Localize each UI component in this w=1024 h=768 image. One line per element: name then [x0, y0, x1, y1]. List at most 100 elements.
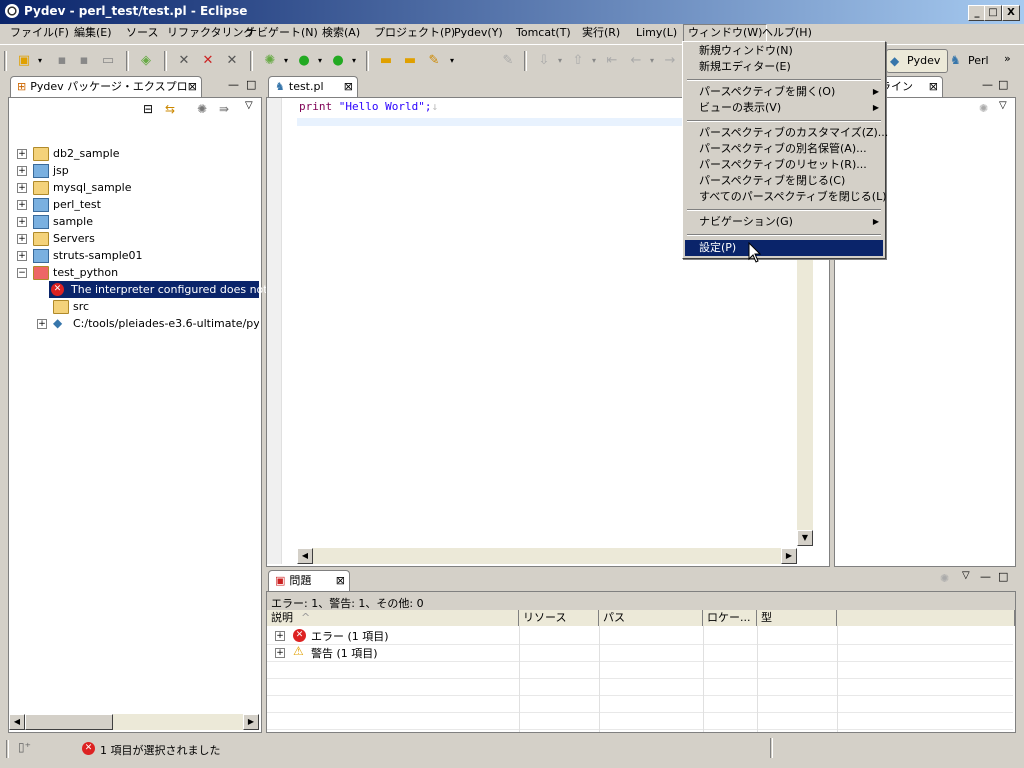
maximize-view-icon[interactable]: □ [998, 570, 1008, 583]
menu-limy[interactable]: Limy(L) [632, 25, 681, 41]
scroll-right-icon[interactable]: ▶ [243, 714, 259, 730]
maximize-view-icon[interactable]: □ [246, 78, 256, 91]
view-menu-icon[interactable]: ▽ [245, 100, 253, 111]
link-editor-icon[interactable]: ⇆ [165, 102, 175, 116]
minimize-view-icon[interactable]: — [228, 78, 239, 91]
tree-item[interactable]: + ◆ C:/tools/pleiades-e3.6-ultimate/pyth [9, 315, 259, 332]
maximize-view-icon[interactable]: □ [998, 78, 1008, 91]
open-type-icon[interactable]: ◈ [138, 53, 154, 69]
back-icon[interactable]: ← [628, 53, 644, 69]
menu-item-close-all-perspectives[interactable]: すべてのパースペクティブを閉じる(L) [685, 189, 887, 205]
fast-view-icon[interactable]: ▯⁺ [18, 740, 31, 754]
expand-icon[interactable]: + [17, 183, 27, 193]
last-edit-icon[interactable]: ⇤ [604, 53, 620, 69]
skip-breakpoints-icon[interactable]: ✕ [224, 53, 240, 69]
menu-item-reset-perspective[interactable]: パースペクティブのリセット(R)... [685, 157, 883, 173]
expand-icon[interactable]: + [275, 631, 285, 641]
new-icon[interactable]: ▣ [16, 53, 32, 69]
dropdown-arrow-icon[interactable]: ▾ [278, 53, 294, 69]
save-icon[interactable]: ▪ [54, 53, 70, 69]
tab-test-pl[interactable]: ♞ test.pl ⊠ [268, 76, 358, 97]
filter-icon[interactable]: ✺ [979, 102, 988, 115]
save-all-icon[interactable]: ▪ [76, 53, 92, 69]
table-row[interactable]: + ⚠ 警告 (1 項目) [267, 644, 1013, 662]
forward-icon[interactable]: → [662, 53, 678, 69]
menu-item-save-perspective-as[interactable]: パースペクティブの別名保管(A)... [685, 141, 883, 157]
column-description[interactable]: 説明 ^ [267, 610, 519, 626]
dropdown-arrow-icon[interactable]: ▾ [312, 53, 328, 69]
menu-source[interactable]: ソース [122, 25, 162, 41]
tree-item[interactable]: src [9, 298, 259, 315]
close-icon[interactable]: ⊠ [929, 77, 938, 97]
menu-help[interactable]: ヘルプ(H) [758, 25, 816, 41]
expand-icon[interactable]: + [37, 319, 47, 329]
tree-item-selected[interactable]: ✕ The interpreter configured does not e [49, 281, 278, 298]
tree-item[interactable]: + jsp [9, 162, 259, 179]
table-row[interactable]: + ✕ エラー (1 項目) [267, 627, 1013, 645]
menu-file[interactable]: ファイル(F) [6, 25, 73, 41]
menu-run[interactable]: 実行(R) [578, 25, 624, 41]
tree-item[interactable]: − test_python [9, 264, 259, 281]
menu-edit[interactable]: 編集(E) [70, 25, 116, 41]
dropdown-arrow-icon[interactable]: ▾ [552, 53, 568, 69]
scroll-left-icon[interactable]: ◀ [297, 548, 313, 564]
column-resource[interactable]: リソース [519, 610, 599, 626]
more-perspectives-button[interactable]: » [1004, 52, 1011, 65]
external-tools-icon[interactable]: ● [330, 53, 346, 69]
prev-annotation-icon[interactable]: ⇧ [570, 53, 586, 69]
column-path[interactable]: パス [599, 610, 703, 626]
dropdown-arrow-icon[interactable]: ▾ [444, 53, 460, 69]
open-folder-icon[interactable]: ▬ [378, 53, 394, 69]
expand-icon[interactable]: + [17, 251, 27, 261]
scroll-left-icon[interactable]: ◀ [9, 714, 25, 730]
expand-icon[interactable]: + [17, 234, 27, 244]
tree-item[interactable]: + perl_test [9, 196, 259, 213]
menu-item-show-view[interactable]: ビューの表示(V) ▶ [685, 100, 883, 116]
horizontal-scrollbar[interactable]: ◀ ▶ [9, 714, 259, 730]
scroll-right-icon[interactable]: ▶ [781, 548, 797, 564]
expand-icon[interactable]: + [17, 166, 27, 176]
menu-window[interactable]: ウィンドウ(W) [683, 24, 768, 42]
dropdown-arrow-icon[interactable]: ▾ [32, 53, 48, 69]
perspective-pydev-button[interactable]: ◆ Pydev [886, 49, 948, 73]
debug-icon[interactable]: ✺ [262, 53, 278, 69]
menu-item-navigation[interactable]: ナビゲーション(G) ▶ [685, 214, 883, 230]
dropdown-arrow-icon[interactable]: ▾ [586, 53, 602, 69]
menu-navigate[interactable]: ナビゲート(N) [242, 25, 322, 41]
perspective-perl-button[interactable]: ♞ Perl [950, 49, 996, 71]
scroll-down-icon[interactable]: ▼ [797, 530, 813, 546]
menu-project[interactable]: プロジェクト(P) [370, 25, 459, 41]
breakpoint-icon[interactable]: ✕ [176, 53, 192, 69]
menu-item-new-window[interactable]: 新規ウィンドウ(N) [685, 43, 883, 59]
tree-item[interactable]: + struts-sample01 [9, 247, 259, 264]
new-folder-icon[interactable]: ▬ [402, 53, 418, 69]
column-location[interactable]: ロケー... [703, 610, 757, 626]
expand-icon[interactable]: + [17, 217, 27, 227]
filter-icon[interactable]: ✺ [197, 102, 207, 116]
maximize-button[interactable]: □ [984, 5, 1002, 21]
tab-package-explorer[interactable]: ⊞ Pydev パッケージ・エクスプロ ⊠ [10, 76, 202, 97]
menu-item-preferences[interactable]: 設定(P) [685, 240, 883, 256]
forward-icon[interactable]: ⇛ [219, 102, 229, 116]
run-icon[interactable]: ● [296, 53, 312, 69]
column-type[interactable]: 型 [757, 610, 837, 626]
view-menu-icon[interactable]: ▽ [962, 570, 970, 581]
tree-item[interactable]: + mysql_sample [9, 179, 259, 196]
menu-pydev[interactable]: Pydev(Y) [450, 25, 507, 41]
menu-item-open-perspective[interactable]: パースペクティブを開く(O) ▶ [685, 84, 883, 100]
close-icon[interactable]: ⊠ [336, 571, 345, 591]
filter-icon[interactable]: ✺ [940, 572, 949, 585]
close-icon[interactable]: ⊠ [344, 77, 353, 97]
expand-icon[interactable]: + [275, 648, 285, 658]
minimize-view-icon[interactable]: — [982, 78, 993, 91]
dropdown-arrow-icon[interactable]: ▾ [644, 53, 660, 69]
view-menu-icon[interactable]: ▽ [999, 100, 1007, 111]
menu-item-close-perspective[interactable]: パースペクティブを閉じる(C) [685, 173, 883, 189]
wand-icon[interactable]: ✎ [426, 53, 442, 69]
tree-item[interactable]: + db2_sample [9, 145, 259, 162]
remove-breakpoint-icon[interactable]: ✕ [200, 53, 216, 69]
menu-tomcat[interactable]: Tomcat(T) [512, 25, 575, 41]
print-icon[interactable]: ▭ [100, 53, 116, 69]
tab-problems[interactable]: ▣ 問題 ⊠ [268, 570, 350, 591]
horizontal-scrollbar[interactable]: ◀ ▶ [297, 548, 797, 564]
